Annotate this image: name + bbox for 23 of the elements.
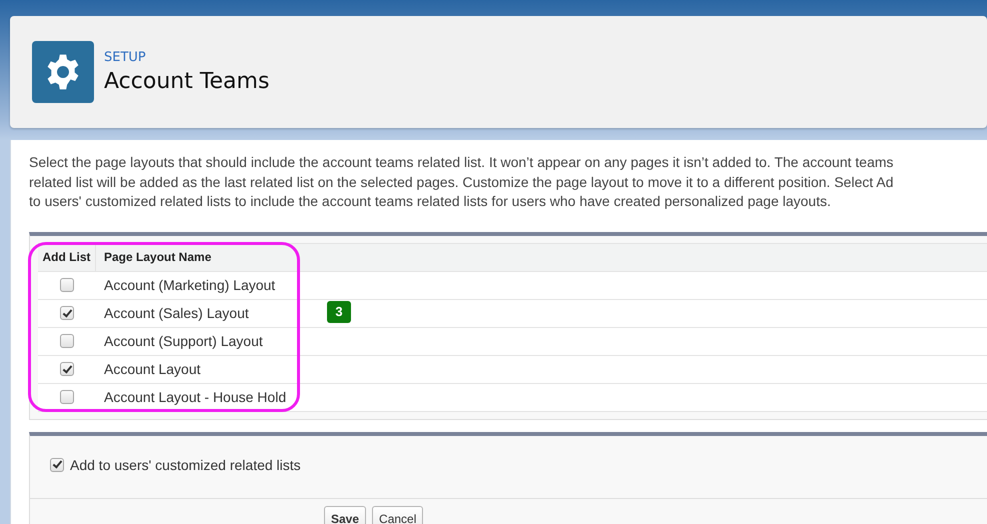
column-header: Add List — [38, 244, 96, 270]
table-cell-text: Account Layout - House Hold — [103, 389, 286, 405]
description-text: related list will be added as the last related list on the selected pages. Customize the page layout to move it to a different position. Select Ad — [29, 172, 894, 192]
description-text: Select the page layouts that should include the account teams related list. It won’t appear on any pages it isn’t added to. The account teams — [29, 153, 894, 172]
checkbox[interactable] — [60, 306, 74, 320]
save-button[interactable]: Save — [324, 506, 366, 524]
page-title: Account Teams — [104, 69, 270, 94]
checkbox[interactable] — [50, 458, 64, 472]
column-header: Page Layout Name — [103, 250, 212, 264]
breadcrumb-label: SETUP — [104, 50, 147, 65]
table-cell-text: Account (Marketing) Layout — [103, 277, 276, 293]
checkbox[interactable] — [60, 278, 74, 292]
description-text: to users' customized related lists to include the account teams related lists for users who have created personalized page layouts. — [29, 192, 832, 211]
table-cell-text: Account (Sales) Layout — [103, 305, 249, 321]
cancel-button[interactable]: Cancel — [372, 506, 424, 524]
checkbox[interactable] — [60, 362, 74, 376]
checkbox[interactable] — [60, 390, 74, 404]
checkbox-label: Add to users' customized related lists — [70, 456, 301, 472]
table-cell-text: Account Layout — [103, 361, 201, 377]
gear-icon — [32, 41, 94, 103]
number-badge: 3 — [327, 300, 351, 322]
table-cell-text: Account (Support) Layout — [103, 333, 263, 349]
checkbox[interactable] — [60, 334, 74, 348]
